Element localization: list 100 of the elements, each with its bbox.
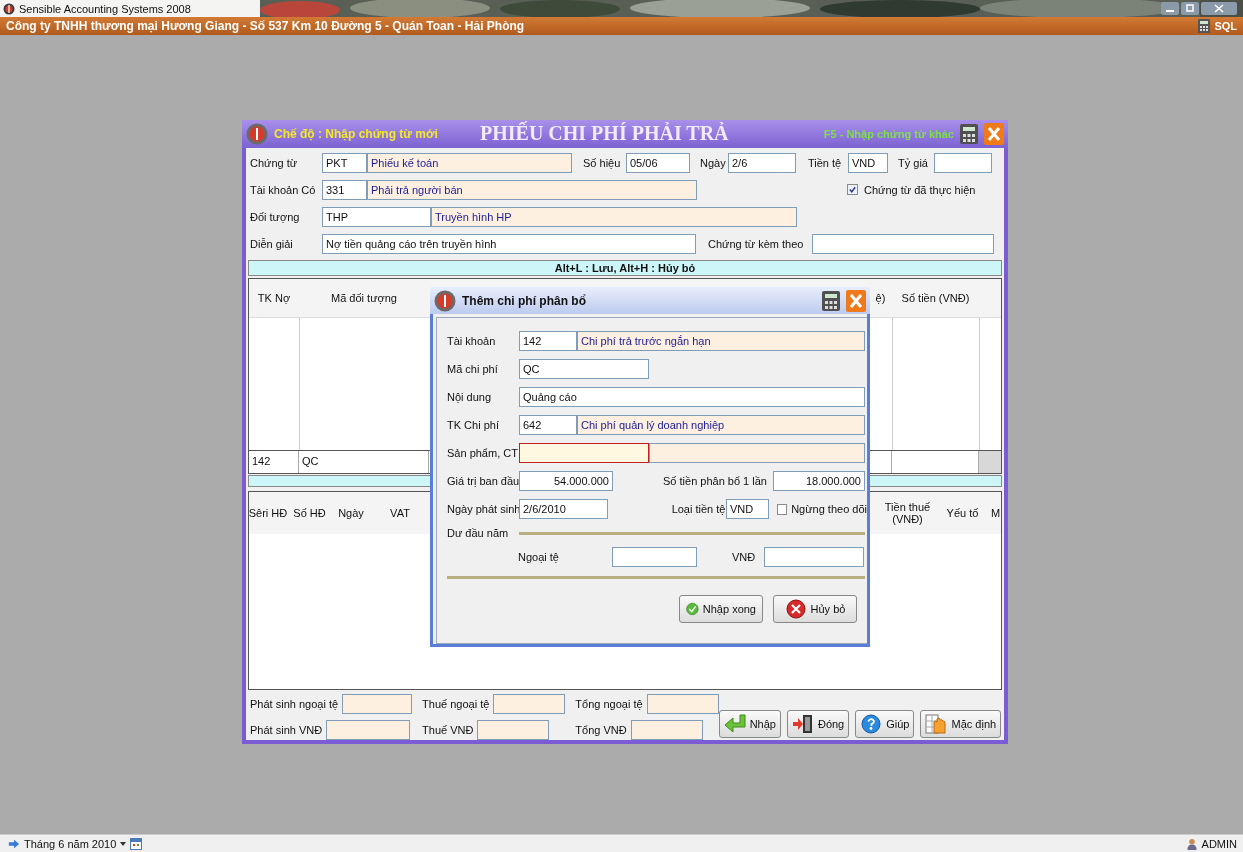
minimize-icon[interactable] bbox=[1161, 2, 1179, 15]
column-header[interactable]: TK Nợ bbox=[249, 278, 299, 317]
calculator-icon[interactable] bbox=[1198, 19, 1211, 33]
vnd-amount-field[interactable] bbox=[764, 547, 864, 567]
field-label: Tổng VNĐ bbox=[575, 724, 627, 736]
table-cell: QC bbox=[299, 450, 429, 473]
product-field[interactable] bbox=[519, 443, 649, 463]
column-header[interactable]: ệ) bbox=[869, 278, 892, 317]
column-header[interactable]: Số tiền (VNĐ) bbox=[892, 278, 979, 317]
amount-field[interactable]: 54.000.000 bbox=[519, 471, 613, 491]
field-label: VNĐ bbox=[732, 551, 757, 563]
dialog-title: Thêm chi phí phân bổ bbox=[462, 293, 587, 308]
calculator-icon[interactable] bbox=[822, 290, 840, 311]
column-header[interactable]: Tiền thuế (VNĐ) bbox=[880, 491, 935, 534]
mode-label: Chế độ : Nhập chứng từ mới bbox=[274, 126, 439, 141]
column-header[interactable]: Ngày bbox=[332, 491, 370, 534]
calendar-icon[interactable] bbox=[130, 837, 143, 850]
period-selector[interactable]: Tháng 6 năm 2010 bbox=[24, 837, 117, 850]
number-field[interactable]: 05/06 bbox=[626, 152, 690, 173]
window-title: PHIẾU CHI PHÍ PHẢI TRẢ bbox=[480, 122, 730, 146]
amount-field[interactable]: 18.000.000 bbox=[773, 471, 865, 491]
field-label: Chứng từ kèm theo bbox=[708, 237, 805, 250]
total-field bbox=[342, 694, 413, 714]
rate-field[interactable] bbox=[934, 152, 992, 173]
user-name: ADMIN bbox=[1201, 837, 1237, 850]
name-field: Truyền hình HP bbox=[431, 206, 797, 227]
dialog-button[interactable]: Hủy bỏ bbox=[773, 595, 857, 623]
field-label: Loại tiền tệ bbox=[671, 503, 726, 515]
column-header[interactable]: Mã đối tượng bbox=[299, 278, 429, 317]
field-label: Phát sinh ngoại tệ bbox=[250, 698, 339, 710]
door-icon bbox=[791, 714, 814, 734]
field-label: Phát sinh VNĐ bbox=[250, 724, 323, 736]
currency-field[interactable]: VND bbox=[726, 499, 769, 519]
field-label: Giá trị ban đầu bbox=[447, 475, 519, 487]
close-icon[interactable] bbox=[1201, 2, 1237, 15]
shortcut-hint: F5 - Nhập chứng từ khác bbox=[823, 127, 954, 140]
close-icon[interactable] bbox=[984, 122, 1004, 145]
date-field[interactable]: 2/6/2010 bbox=[519, 499, 608, 519]
checkbox-label: Chứng từ đã thực hiện bbox=[864, 183, 976, 196]
column-header[interactable]: Số HĐ bbox=[287, 491, 332, 534]
section-label: Dư đầu năm bbox=[447, 527, 510, 539]
field-label: Tài khoản Có bbox=[250, 183, 317, 196]
name-field: Chi phí trả trước ngắn hạn bbox=[577, 331, 865, 351]
foreign-amount-field[interactable] bbox=[612, 547, 697, 567]
field-label: Tổng ngoại tệ bbox=[575, 698, 643, 710]
user-icon bbox=[1185, 837, 1198, 850]
hotkey-bar: Alt+L : Lưu, Alt+H : Hủy bỏ bbox=[248, 259, 1002, 276]
content-field[interactable]: Quảng cáo bbox=[519, 387, 865, 407]
coin-icon bbox=[3, 2, 15, 15]
close-icon[interactable] bbox=[846, 289, 866, 312]
maximize-icon[interactable] bbox=[1181, 2, 1199, 15]
field-label: Ngoại tệ bbox=[518, 551, 560, 563]
field-label: Nội dung bbox=[447, 391, 493, 403]
column-header[interactable]: M bbox=[990, 491, 1001, 534]
name-field: Phải trả người bán bbox=[367, 179, 697, 200]
field-label: Đối tượng bbox=[250, 210, 301, 223]
attachments-field[interactable] bbox=[812, 233, 994, 254]
database-label: SQL bbox=[1214, 20, 1237, 32]
code-field[interactable]: PKT bbox=[322, 152, 367, 173]
column-header[interactable]: VAT bbox=[370, 491, 430, 534]
table-cell: 142 bbox=[249, 450, 299, 473]
checkbox[interactable] bbox=[847, 184, 858, 196]
code-field[interactable]: 142 bbox=[519, 331, 577, 351]
field-label: Chứng từ bbox=[250, 156, 299, 169]
field-label: Thuế VNĐ bbox=[422, 724, 474, 736]
date-field[interactable]: 2/6 bbox=[728, 152, 796, 173]
form-button[interactable]: Nhập bbox=[718, 710, 781, 738]
field-label: Tiền tệ bbox=[808, 156, 843, 169]
form-button[interactable]: Đóng bbox=[786, 710, 850, 738]
code-field[interactable]: THP bbox=[322, 206, 431, 227]
currency-field[interactable]: VND bbox=[848, 152, 888, 173]
column-header[interactable]: Sêri HĐ bbox=[249, 491, 287, 534]
name-field: Chi phí quản lý doanh nghiệp bbox=[577, 415, 865, 435]
field-label: Số tiền phân bổ 1 lần bbox=[663, 475, 768, 487]
field-label: Sản phẩm, CT bbox=[447, 447, 519, 459]
app-title: Sensible Accounting Systems 2008 bbox=[19, 2, 191, 15]
name-field: Phiếu kế toán bbox=[367, 152, 572, 173]
description-field[interactable]: Nợ tiền quảng cáo trên truyền hình bbox=[322, 233, 696, 254]
calculator-icon[interactable] bbox=[960, 123, 978, 144]
checkbox[interactable] bbox=[776, 503, 788, 515]
code-field[interactable]: 331 bbox=[322, 179, 367, 200]
column-header[interactable]: Yếu tố bbox=[935, 491, 990, 534]
arrow-icon bbox=[723, 714, 746, 734]
field-label: Tài khoản bbox=[447, 335, 497, 347]
hand-icon bbox=[925, 714, 948, 734]
field-label: Mã chi phí bbox=[447, 363, 499, 375]
code-field[interactable]: 642 bbox=[519, 415, 577, 435]
checkbox-label: Ngừng theo dõi bbox=[791, 503, 867, 515]
field-label: TK Chi phí bbox=[447, 419, 500, 431]
caret-icon[interactable] bbox=[120, 841, 127, 846]
arrow-icon bbox=[8, 837, 20, 850]
field-label: Ngày bbox=[700, 156, 727, 169]
dialog-button[interactable]: Nhập xong bbox=[679, 595, 763, 623]
form-button[interactable]: Mặc định bbox=[920, 710, 1002, 738]
cancel-icon bbox=[784, 599, 807, 619]
form-button[interactable]: Giúp bbox=[855, 710, 915, 738]
field-label: Số hiệu bbox=[583, 156, 622, 169]
field-label: Thuế ngoại tệ bbox=[422, 698, 490, 710]
field-label: Tỷ giá bbox=[898, 156, 929, 169]
cost-code-field[interactable]: QC bbox=[519, 359, 649, 379]
